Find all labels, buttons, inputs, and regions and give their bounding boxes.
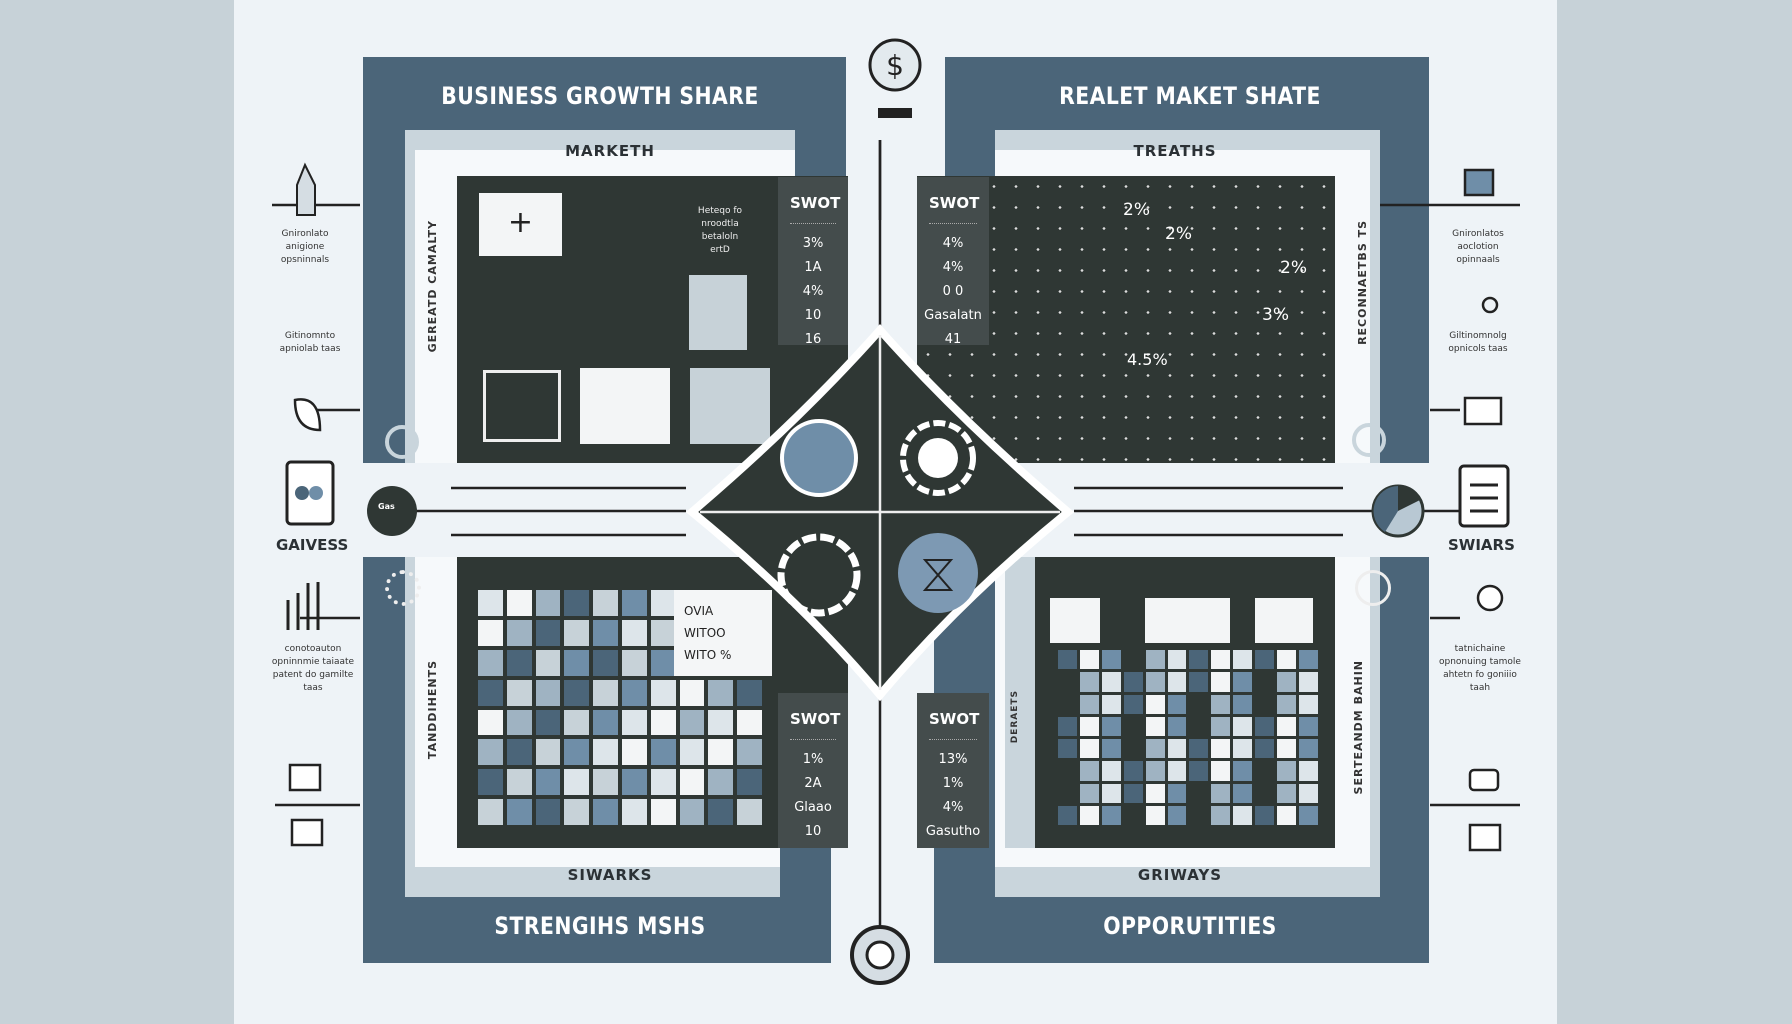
easel-icon <box>1463 168 1495 197</box>
side-note: Gnironlato anigione opsninnals <box>280 229 330 265</box>
box-icon <box>1468 823 1502 852</box>
dollar-pin-icon: $ <box>868 38 922 118</box>
side-label-left: GAIVESS <box>276 536 349 554</box>
clipboard-icon <box>1458 464 1510 528</box>
gear-center <box>918 438 958 478</box>
side-note: conotoauton opninnmie taiaate patent do … <box>271 644 355 693</box>
circle-label: Gas <box>378 502 395 511</box>
presentation-icon <box>1463 396 1503 426</box>
side-note: Gitinomnto apniolab taas <box>279 331 341 354</box>
side-label-right: SWIARS <box>1448 536 1515 554</box>
lightbulb-icon <box>1476 584 1504 612</box>
svg-text:$: $ <box>886 49 904 82</box>
bar-chart-icon <box>286 582 320 630</box>
key-icon <box>1481 296 1499 314</box>
document-icon <box>285 460 335 526</box>
side-note: Giltinomnolg opnicols taas <box>1448 331 1508 354</box>
envelope-icon <box>290 818 324 847</box>
pie-icon-left <box>367 486 417 536</box>
connector-layer: $ <box>272 38 1520 985</box>
target-icon <box>850 925 910 985</box>
leaf-icon <box>293 398 322 432</box>
briefcase-icon <box>1468 768 1500 792</box>
side-note: tatnichaine opnonuing tamole ahtetn fo g… <box>1439 644 1521 693</box>
hourglass-icon <box>898 533 978 613</box>
pencil-icon <box>296 162 316 216</box>
pie-chart-icon <box>1371 484 1425 538</box>
side-note: Gnironlatos aoclotion opinnaals <box>1452 229 1504 265</box>
box-icon <box>288 763 322 792</box>
compass-icon <box>780 419 858 497</box>
